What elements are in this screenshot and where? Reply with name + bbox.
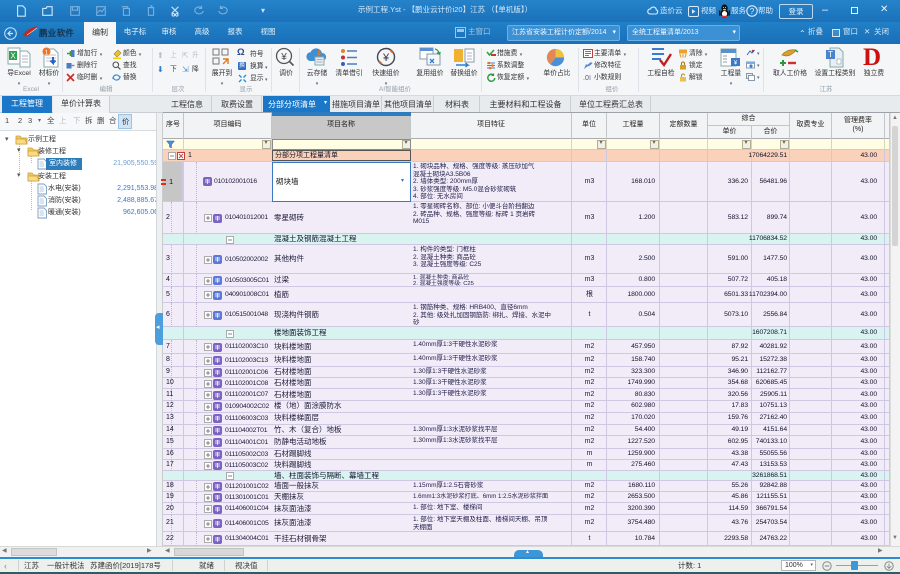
svg-text:T: T — [828, 50, 833, 59]
svg-text:1: 1 — [45, 50, 49, 57]
svg-text:¥: ¥ — [280, 52, 287, 63]
svg-text:X: X — [10, 52, 16, 61]
svg-text:.0: .0 — [583, 75, 589, 82]
svg-text:¥: ¥ — [382, 52, 390, 64]
svg-text:?: ? — [750, 6, 755, 16]
